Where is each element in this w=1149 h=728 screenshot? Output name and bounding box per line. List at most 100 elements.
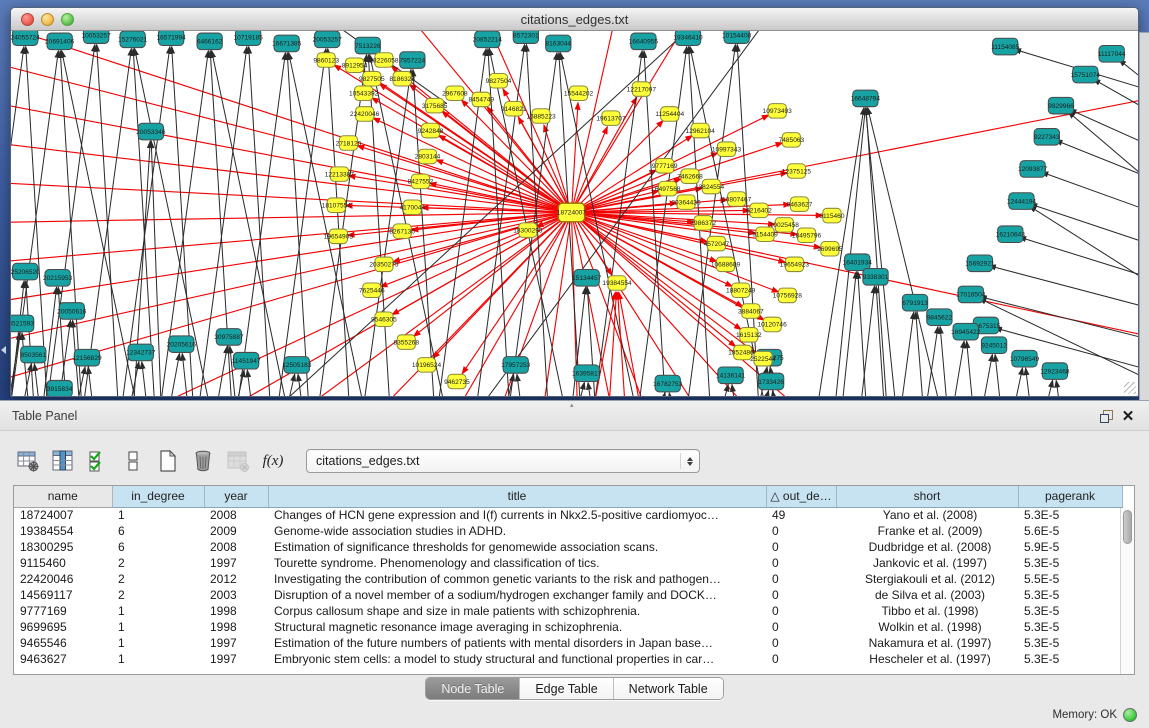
create-column-icon[interactable] [154,447,182,475]
graph-node[interactable]: 11154085 [991,38,1020,55]
table-cell[interactable]: 5.3E-5 [1018,651,1122,667]
close-panel-button[interactable]: ✕ [1117,406,1139,426]
table-cell[interactable]: 0 [766,539,836,555]
table-cell[interactable]: 5.9E-5 [1018,539,1122,555]
graph-node[interactable]: 6466162 [197,33,223,50]
select-all-icon[interactable] [84,447,112,475]
table-cell[interactable]: 14569117 [14,587,112,603]
graph-node[interactable]: 9245012 [981,337,1007,354]
graph-node[interactable]: 1733426 [758,373,784,390]
graph-node[interactable]: 20050616 [57,303,87,320]
table-scrollbar[interactable] [1120,508,1134,674]
graph-node[interactable]: 16671385 [272,35,302,52]
graph-node-selected[interactable]: 6216402 [746,203,772,218]
graph-node[interactable]: 15751074 [1071,66,1101,83]
table-cell[interactable]: 0 [766,523,836,539]
table-cell[interactable]: 0 [766,555,836,571]
graph-node-selected[interactable]: 10756928 [773,288,803,303]
graph-node[interactable]: 16571994 [156,31,186,46]
graph-node-selected[interactable]: 9154409 [752,227,778,242]
graph-node-selected[interactable]: 9463627 [787,197,813,212]
table-cell[interactable]: 5.3E-5 [1018,587,1122,603]
table-cell[interactable]: 5.3E-5 [1018,555,1122,571]
table-row[interactable]: 946554611997Estimation of the future num… [14,635,1122,651]
graph-node[interactable]: 20215953 [43,269,73,286]
network-canvas[interactable]: 2405572420691406100532571527602116571994… [11,31,1138,396]
column-header-year[interactable]: year [204,486,268,507]
graph-node-selected[interactable]: 2522544 [750,351,776,366]
scrollbar-thumb[interactable] [1123,510,1132,544]
graph-node-selected[interactable]: 3175685 [422,98,448,113]
graph-node-selected[interactable]: 9827504 [486,74,512,89]
table-cell[interactable]: 1998 [204,603,268,619]
table-cell[interactable]: Wolkin et al. (1998) [836,619,1018,635]
table-cell[interactable]: Hescheler et al. (1997) [836,651,1018,667]
graph-node-selected[interactable]: 9699695 [817,241,843,256]
table-cell[interactable]: 2009 [204,523,268,539]
column-header-out_de[interactable]: △ out_de… [766,486,836,507]
graph-node[interactable]: 9227343 [1034,128,1060,145]
graph-node[interactable]: 15276021 [118,31,148,48]
graph-node[interactable]: 14136141 [716,367,746,384]
table-cell[interactable]: 2003 [204,587,268,603]
graph-node-selected[interactable]: 3884067 [738,304,764,319]
table-settings-icon[interactable] [14,447,42,475]
table-cell[interactable]: 6 [112,523,204,539]
graph-node-selected[interactable]: 2803144 [415,149,441,164]
table-cell[interactable]: Changes of HCN gene expression and I(f) … [268,507,766,523]
delete-column-icon[interactable] [189,447,217,475]
graph-node-selected[interactable]: 8186328 [389,71,415,86]
network-canvas-area[interactable]: 2405572420691406100532571527602116571994… [11,31,1138,396]
graph-hub-node[interactable]: 18724007 [557,203,587,222]
table-cell[interactable]: Corpus callosum shape and size in male p… [268,603,766,619]
table-cell[interactable]: 9777169 [14,603,112,619]
graph-node-selected[interactable]: 7986372 [690,216,716,231]
column-header-title[interactable]: title [268,486,766,507]
table-cell[interactable]: Franke et al. (2009) [836,523,1018,539]
graph-node[interactable]: 16945422 [951,323,981,340]
table-cell[interactable]: 5.3E-5 [1018,635,1122,651]
table-cell[interactable]: Estimation of the future numbers of pati… [268,635,766,651]
graph-node[interactable]: 19346410 [673,31,703,46]
table-selector-dropdown[interactable]: citations_edges.txt [306,449,700,473]
table-cell[interactable]: 9115460 [14,555,112,571]
splitter-handle-icon[interactable]: ▴ [570,402,574,409]
window-minimize-button[interactable] [41,13,54,26]
table-cell[interactable]: 2 [112,555,204,571]
table-cell[interactable]: 1 [112,635,204,651]
graph-node-selected[interactable]: 10688609 [711,257,741,272]
table-cell[interactable]: 5.5E-5 [1018,571,1122,587]
table-cell[interactable]: de Silva et al. (2003) [836,587,1018,603]
graph-node[interactable]: 16395817 [572,365,602,382]
graph-node-selected[interactable]: 4170044 [400,200,426,215]
table-cell[interactable]: Genome-wide association studies in ADHD. [268,523,766,539]
graph-node-selected[interactable]: 19654923 [780,257,810,272]
graph-node-selected[interactable]: 7462668 [677,169,703,184]
column-header-pagerank[interactable]: pagerank [1018,486,1122,507]
float-panel-button[interactable] [1095,406,1117,426]
graph-node[interactable]: 10796549 [1010,350,1040,367]
graph-node[interactable]: 20691406 [45,33,75,50]
table-cell[interactable]: Tourette syndrome. Phenomenology and cla… [268,555,766,571]
graph-node[interactable]: 7513226 [355,37,381,54]
graph-node[interactable]: 11117044 [1098,46,1126,63]
table-cell[interactable]: Embryonic stem cells: a model to study s… [268,651,766,667]
table-cell[interactable]: 22420046 [14,571,112,587]
table-row[interactable]: 1830029562008Estimation of significance … [14,539,1122,555]
table-cell[interactable]: 49 [766,507,836,523]
node-table[interactable]: namein_degreeyeartitle△ out_de…shortpage… [14,486,1123,667]
graph-node[interactable]: 8521593 [11,315,34,332]
graph-node-selected[interactable]: 12217097 [627,82,657,97]
table-cell[interactable]: 2012 [204,571,268,587]
deselect-all-icon[interactable] [119,447,147,475]
collapsed-results-panel-edge[interactable] [1139,32,1149,401]
column-header-in_degree[interactable]: in_degree [112,486,204,507]
table-cell[interactable]: 5.6E-5 [1018,523,1122,539]
graph-node-selected[interactable]: 7485063 [779,133,805,148]
graph-node[interactable]: 16648794 [851,90,881,107]
table-cell[interactable]: 1 [112,507,204,523]
table-row[interactable]: 1456911722003Disruption of a novel membe… [14,587,1122,603]
table-cell[interactable]: 1997 [204,555,268,571]
tab-network-table[interactable]: Network Table [614,678,723,699]
graph-node-selected[interactable]: 2967608 [442,86,468,101]
